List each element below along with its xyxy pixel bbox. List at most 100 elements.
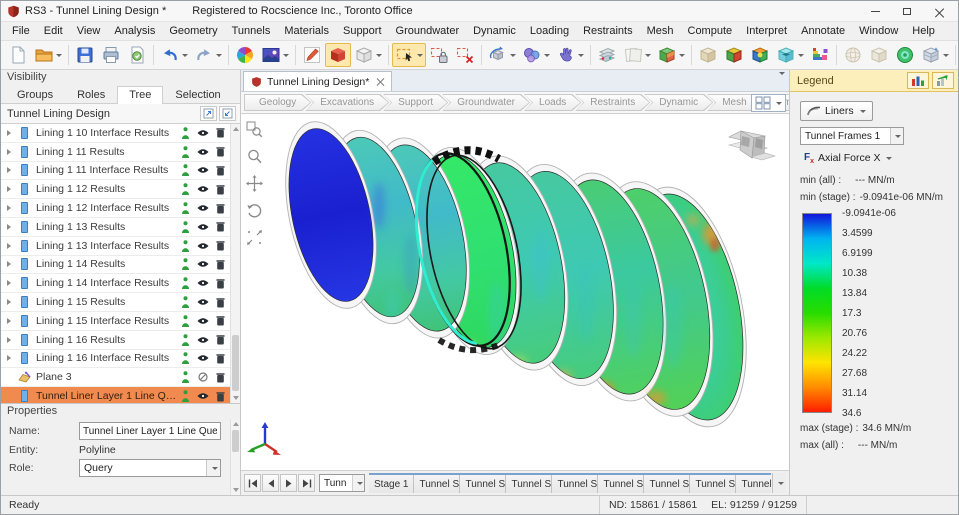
stage-tab-2[interactable]: Tunnel Sta [414, 475, 460, 493]
eye-icon[interactable] [197, 260, 209, 268]
tree-item[interactable]: Lining 1 14 Results [1, 256, 230, 275]
tree-scrollbar[interactable] [230, 124, 240, 403]
eye-icon[interactable] [197, 129, 209, 137]
next-stage-button[interactable] [280, 474, 297, 492]
grab-tool-button[interactable] [553, 43, 587, 67]
bin-icon[interactable] [216, 391, 225, 402]
entity-person-icon[interactable] [181, 202, 190, 214]
print-preview-button[interactable] [124, 43, 150, 67]
section-cut-button[interactable] [654, 43, 688, 67]
collapse-all-button[interactable] [219, 106, 236, 121]
tree-item[interactable]: Lining 1 16 Results [1, 331, 230, 350]
tree-item[interactable]: Plane 3 [1, 368, 230, 387]
entity-person-icon[interactable] [181, 258, 190, 270]
entity-person-icon[interactable] [181, 127, 190, 139]
bin-icon[interactable] [216, 297, 225, 308]
transparent-view-button[interactable] [773, 43, 807, 67]
menu-restraints[interactable]: Restraints [576, 23, 640, 39]
bin-icon[interactable] [216, 334, 225, 345]
display-options-button[interactable] [232, 43, 258, 67]
menu-analysis[interactable]: Analysis [107, 23, 162, 39]
stage-tab-3[interactable]: Tunnel Sta [460, 475, 506, 493]
tab-tree[interactable]: Tree [117, 86, 163, 104]
menu-help[interactable]: Help [905, 23, 942, 39]
expand-chevron-icon[interactable] [7, 355, 11, 361]
isosurface-view-button[interactable] [892, 43, 918, 67]
expand-chevron-icon[interactable] [7, 130, 11, 136]
stage-tab-6[interactable]: Tunnel Sta [598, 475, 644, 493]
print-button[interactable] [98, 43, 124, 67]
tree-item[interactable]: Lining 1 12 Interface Results [1, 199, 230, 218]
stage-tab-4[interactable]: Tunnel Sta [506, 475, 552, 493]
tree-item[interactable]: Lining 1 11 Results [1, 143, 230, 162]
workflow-step-geology[interactable]: Geology [244, 94, 311, 111]
expand-chevron-icon[interactable] [7, 205, 11, 211]
expand-chevron-icon[interactable] [7, 261, 11, 267]
eye-icon[interactable] [197, 166, 209, 174]
eye-icon[interactable] [197, 354, 209, 362]
close-button[interactable] [924, 3, 954, 20]
menu-tunnels[interactable]: Tunnels [225, 23, 278, 39]
menu-support[interactable]: Support [336, 23, 389, 39]
bin-icon[interactable] [216, 240, 225, 251]
eye-icon[interactable] [197, 298, 209, 306]
eye-icon[interactable] [197, 392, 209, 400]
stage-tab-8[interactable]: Tunnel Sta [690, 475, 736, 493]
liners-button[interactable]: Liners [800, 101, 873, 121]
entity-person-icon[interactable] [181, 183, 190, 195]
document-tab-close-icon[interactable] [376, 78, 384, 86]
metric-dropdown[interactable]: Fx Axial Force X [800, 149, 896, 167]
eye-icon[interactable] [197, 185, 209, 193]
entity-person-icon[interactable] [181, 221, 190, 233]
wireframe-view-button[interactable] [351, 43, 385, 67]
mesh-view-button[interactable] [918, 43, 952, 67]
stage-tab-1[interactable]: Stage 1 [369, 475, 414, 493]
expand-chevron-icon[interactable] [7, 224, 11, 230]
selection-box-button[interactable] [392, 43, 426, 67]
model-canvas[interactable] [241, 114, 790, 475]
menu-loading[interactable]: Loading [523, 23, 576, 39]
stage-tab-9[interactable]: Tunnel Sta [736, 475, 771, 493]
first-stage-button[interactable] [244, 474, 261, 492]
eye-icon[interactable] [197, 336, 209, 344]
menu-mesh[interactable]: Mesh [640, 23, 681, 39]
expand-all-button[interactable] [200, 106, 217, 121]
materials-view-button[interactable] [721, 43, 747, 67]
menu-edit[interactable]: Edit [37, 23, 70, 39]
pan-button[interactable] [245, 174, 263, 192]
selection-lock-button[interactable] [426, 43, 452, 67]
expand-chevron-icon[interactable] [7, 280, 11, 286]
workflow-step-groundwater[interactable]: Groundwater [442, 94, 530, 111]
bin-icon[interactable] [216, 127, 225, 138]
menu-materials[interactable]: Materials [277, 23, 336, 39]
tab-groups[interactable]: Groups [5, 86, 65, 103]
legend-options-button[interactable] [907, 72, 929, 89]
tree-item[interactable]: Lining 1 11 Interface Results [1, 162, 230, 181]
bin-icon[interactable] [216, 165, 225, 176]
tree-item[interactable]: Lining 1 13 Interface Results [1, 237, 230, 256]
tree-item[interactable]: Tunnel Liner Layer 1 Line Query [1, 387, 230, 403]
menu-geometry[interactable]: Geometry [162, 23, 224, 39]
results-layers-button[interactable] [807, 43, 833, 67]
mesh-ghost-view-button[interactable] [866, 43, 892, 67]
viewport-layout-button[interactable] [751, 94, 786, 112]
entity-person-icon[interactable] [181, 315, 190, 327]
menu-dynamic[interactable]: Dynamic [466, 23, 523, 39]
bin-icon[interactable] [216, 315, 225, 326]
bin-icon[interactable] [216, 184, 225, 195]
last-stage-button[interactable] [298, 474, 315, 492]
tree-item[interactable]: Lining 1 15 Results [1, 293, 230, 312]
eye-icon[interactable] [197, 317, 209, 325]
expand-chevron-icon[interactable] [7, 337, 11, 343]
expand-chevron-icon[interactable] [7, 167, 11, 173]
zoom-extents-button[interactable] [245, 228, 263, 246]
undo-button[interactable] [157, 43, 191, 67]
tree-item[interactable]: Lining 1 14 Interface Results [1, 274, 230, 293]
nav-cube[interactable] [729, 131, 775, 160]
edit-select-button[interactable] [299, 43, 325, 67]
tree-item[interactable]: Lining 1 12 Results [1, 180, 230, 199]
tab-roles[interactable]: Roles [65, 86, 117, 103]
save-button[interactable] [72, 43, 98, 67]
orbit-view-button[interactable] [485, 43, 519, 67]
tab-selection[interactable]: Selection [163, 86, 232, 103]
